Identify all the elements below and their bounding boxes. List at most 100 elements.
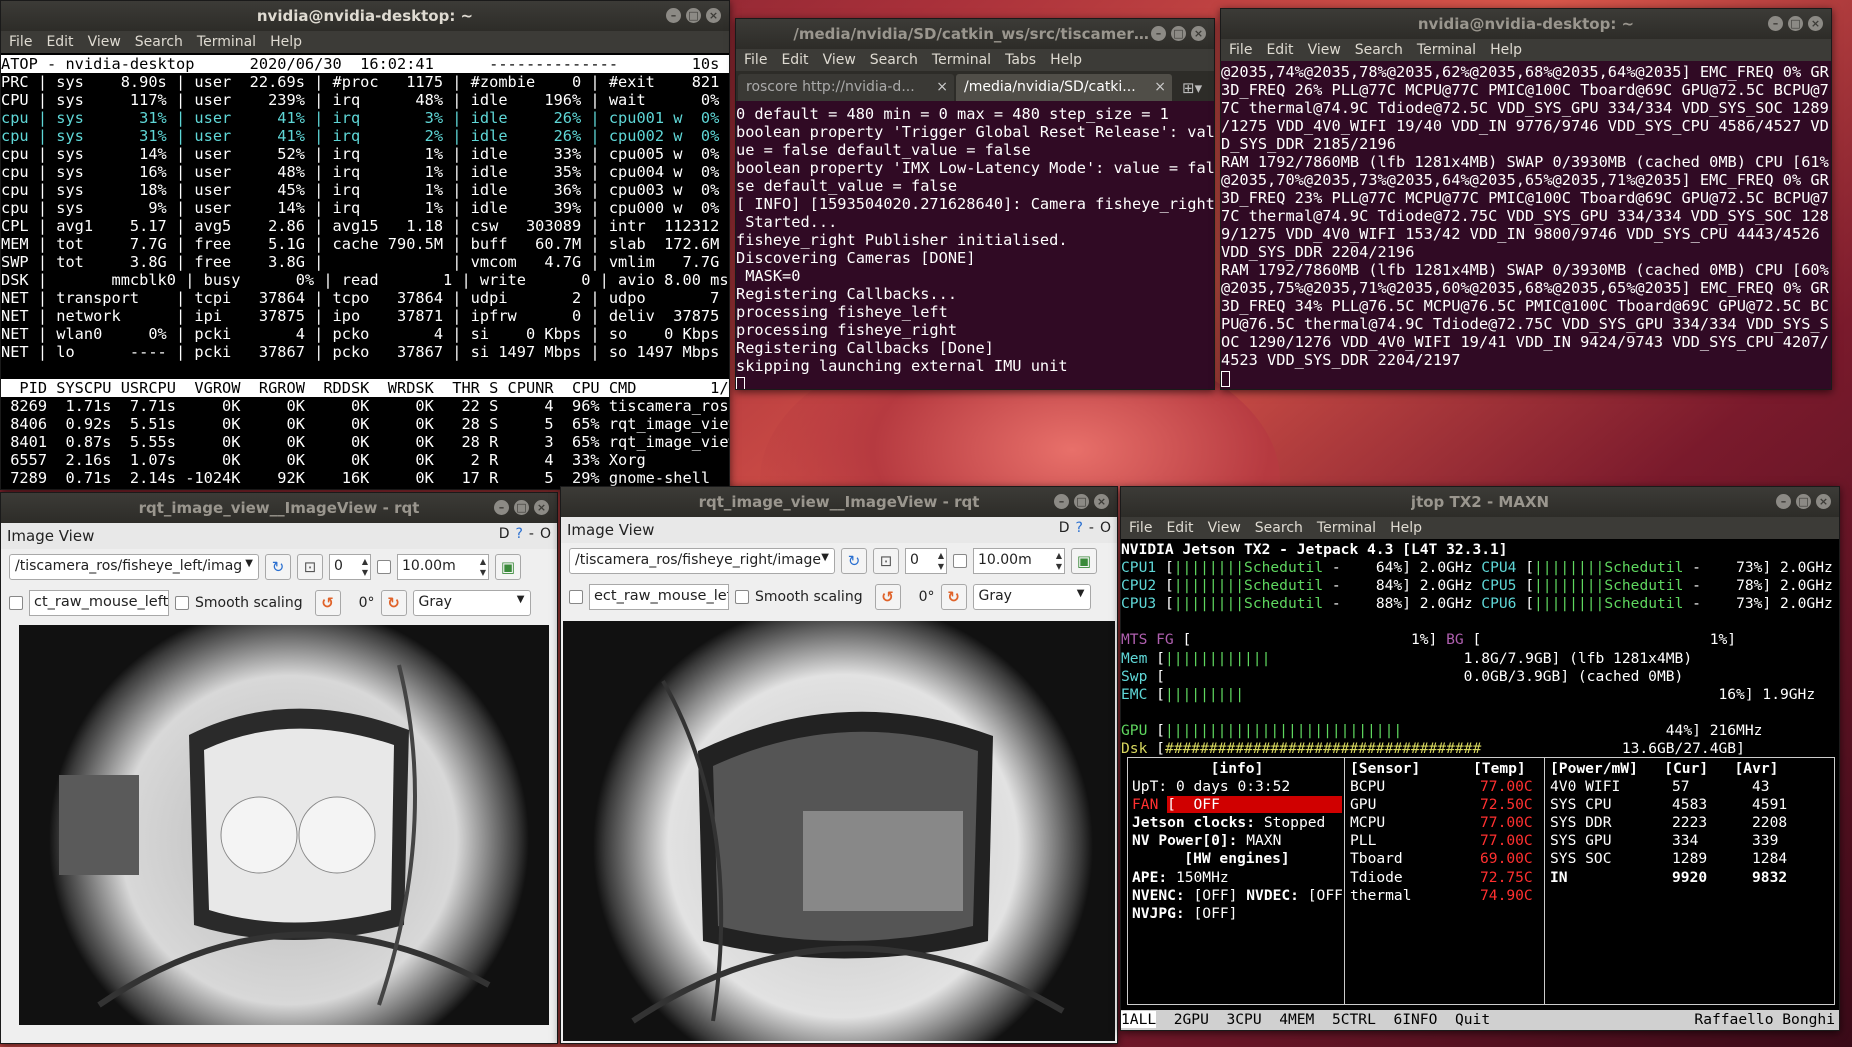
menu-search[interactable]: Search	[1255, 520, 1303, 536]
mouse-checkbox[interactable]	[9, 596, 23, 610]
scale-checkbox[interactable]	[377, 560, 391, 574]
maximize-icon[interactable]: □	[1796, 494, 1811, 509]
title-bar[interactable]: rqt_image_view__ImageView - rqt – □ ×	[1, 493, 557, 523]
rqt-right-window[interactable]: rqt_image_view__ImageView - rqt – □ × Imag…	[560, 486, 1118, 1044]
atop-output[interactable]: ATOP - nvidia-desktop 2020/06/30 16:02:4…	[1, 53, 729, 487]
rotate-left-icon[interactable]: ↺	[314, 590, 341, 616]
close-plugin-icon[interactable]: O	[1100, 520, 1111, 536]
menu-view[interactable]: View	[88, 34, 121, 50]
menu-view[interactable]: View	[1208, 520, 1241, 536]
stepper-icon[interactable]: ▲ ▼	[362, 556, 368, 578]
scale-checkbox[interactable]	[953, 554, 967, 568]
topic-select[interactable]: /tiscamera_ros/fisheye_left/imag ▼	[9, 554, 259, 580]
rqt-left-window[interactable]: rqt_image_view__ImageView - rqt – □ × Imag…	[0, 492, 558, 1044]
scale-input[interactable]: 10.00m ▲ ▼	[397, 554, 489, 580]
close-icon[interactable]: ×	[1816, 494, 1831, 509]
tab-cpu[interactable]: 3CPU	[1226, 1011, 1261, 1028]
minimize-icon[interactable]: –	[1768, 16, 1783, 31]
title-bar[interactable]: jtop TX2 - MAXN – □ ×	[1121, 487, 1839, 517]
close-icon[interactable]: ×	[1191, 26, 1206, 41]
menu-search[interactable]: Search	[870, 52, 918, 68]
menu-edit[interactable]: Edit	[781, 52, 808, 68]
tab-quit[interactable]: Quit	[1455, 1011, 1490, 1028]
close-plugin-icon[interactable]: O	[540, 526, 551, 542]
minimize-icon[interactable]: –	[1151, 26, 1166, 41]
tab-roscore[interactable]: roscore http://nvidia-d... ×	[738, 74, 954, 101]
tab-info[interactable]: 6INFO	[1393, 1011, 1437, 1028]
tab-ctrl[interactable]: 5CTRL	[1332, 1011, 1376, 1028]
menu-help[interactable]: Help	[1490, 42, 1522, 58]
minimize-icon[interactable]: –	[1054, 494, 1069, 509]
close-icon[interactable]: ×	[706, 8, 721, 23]
camera-image-left[interactable]	[19, 625, 549, 1025]
maximize-icon[interactable]: □	[514, 500, 529, 515]
title-bar[interactable]: /media/nvidia/SD/catkin_ws/src/tiscamera…	[736, 19, 1214, 49]
new-tab-icon[interactable]: ⊞▾	[1174, 75, 1210, 101]
tegrastats-output[interactable]: @2035,74%@2035,78%@2035,62%@2035,68%@203…	[1221, 61, 1831, 387]
menu-help[interactable]: Help	[1390, 520, 1422, 536]
menu-tabs[interactable]: Tabs	[1005, 52, 1036, 68]
menu-edit[interactable]: Edit	[1166, 520, 1193, 536]
atop-terminal-window[interactable]: nvidia@nvidia-desktop: ~ – □ × File Edit V…	[0, 0, 730, 490]
launch-terminal-window[interactable]: /media/nvidia/SD/catkin_ws/src/tiscamera…	[735, 18, 1215, 390]
mouse-topic-input[interactable]: ct_raw_mouse_left	[29, 590, 169, 616]
menu-help[interactable]: Help	[270, 34, 302, 50]
menu-terminal[interactable]: Terminal	[1417, 42, 1476, 58]
save-image-icon[interactable]: ▣	[495, 554, 521, 580]
minimize-icon[interactable]: –	[666, 8, 681, 23]
save-image-icon[interactable]: ▣	[1071, 548, 1097, 574]
menu-file[interactable]: File	[1129, 520, 1152, 536]
menu-view[interactable]: View	[1308, 42, 1341, 58]
topic-select[interactable]: /tiscamera_ros/fisheye_right/image ▼	[569, 548, 835, 574]
spin-input[interactable]: 0 ▲ ▼	[329, 554, 371, 580]
minimize-plugin-icon[interactable]: -	[529, 526, 534, 542]
stepper-icon[interactable]: ▲ ▼	[480, 556, 486, 578]
camera-image-right[interactable]	[563, 621, 1115, 1041]
stepper-icon[interactable]: ▲ ▼	[938, 550, 944, 572]
launch-output[interactable]: 0 default = 480 min = 0 max = 480 step_s…	[736, 101, 1214, 389]
menu-file[interactable]: File	[9, 34, 32, 50]
close-tab-icon[interactable]: ×	[1154, 79, 1166, 95]
fit-icon[interactable]: ⊡	[873, 548, 899, 574]
minimize-plugin-icon[interactable]: -	[1089, 520, 1094, 536]
menu-edit[interactable]: Edit	[1266, 42, 1293, 58]
title-bar[interactable]: rqt_image_view__ImageView - rqt – □ ×	[561, 487, 1117, 517]
tab-launch[interactable]: /media/nvidia/SD/catki... ×	[956, 74, 1172, 101]
help-icon[interactable]: ?	[1075, 520, 1082, 536]
mouse-checkbox[interactable]	[569, 590, 583, 604]
smooth-scaling-checkbox[interactable]	[175, 596, 189, 610]
minimize-icon[interactable]: –	[494, 500, 509, 515]
menu-terminal[interactable]: Terminal	[1317, 520, 1376, 536]
menu-help[interactable]: Help	[1050, 52, 1082, 68]
rotate-right-icon[interactable]: ↻	[380, 590, 407, 616]
tab-gpu[interactable]: 2GPU	[1174, 1011, 1209, 1028]
spin-input[interactable]: 0 ▲ ▼	[905, 548, 947, 574]
maximize-icon[interactable]: □	[686, 8, 701, 23]
tegrastats-terminal-window[interactable]: nvidia@nvidia-desktop: ~ – □ × File Edit V…	[1220, 8, 1832, 390]
menu-view[interactable]: View	[823, 52, 856, 68]
mouse-topic-input[interactable]: ect_raw_mouse_left	[589, 584, 729, 610]
menu-file[interactable]: File	[1229, 42, 1252, 58]
colormap-select[interactable]: Gray ▼	[972, 584, 1091, 610]
close-tab-icon[interactable]: ×	[936, 79, 948, 95]
tab-mem[interactable]: 4MEM	[1279, 1011, 1314, 1028]
smooth-scaling-checkbox[interactable]	[735, 590, 749, 604]
fit-icon[interactable]: ⊡	[297, 554, 323, 580]
jtop-output[interactable]: NVIDIA Jetson TX2 - Jetpack 4.3 [L4T 32.…	[1121, 539, 1839, 758]
rotate-right-icon[interactable]: ↻	[940, 584, 967, 610]
rotate-left-icon[interactable]: ↺	[874, 584, 901, 610]
refresh-icon[interactable]: ↻	[841, 548, 867, 574]
tab-all[interactable]: 1ALL	[1121, 1011, 1157, 1028]
title-bar[interactable]: nvidia@nvidia-desktop: ~ – □ ×	[1221, 9, 1831, 39]
dock-icon[interactable]: D	[1059, 520, 1070, 536]
scale-input[interactable]: 10.00m ▲ ▼	[973, 548, 1065, 574]
maximize-icon[interactable]: □	[1788, 16, 1803, 31]
maximize-icon[interactable]: □	[1171, 26, 1186, 41]
refresh-icon[interactable]: ↻	[265, 554, 291, 580]
colormap-select[interactable]: Gray ▼	[412, 590, 531, 616]
menu-file[interactable]: File	[744, 52, 767, 68]
help-icon[interactable]: ?	[515, 526, 522, 542]
dock-icon[interactable]: D	[499, 526, 510, 542]
menu-search[interactable]: Search	[1355, 42, 1403, 58]
close-icon[interactable]: ×	[534, 500, 549, 515]
